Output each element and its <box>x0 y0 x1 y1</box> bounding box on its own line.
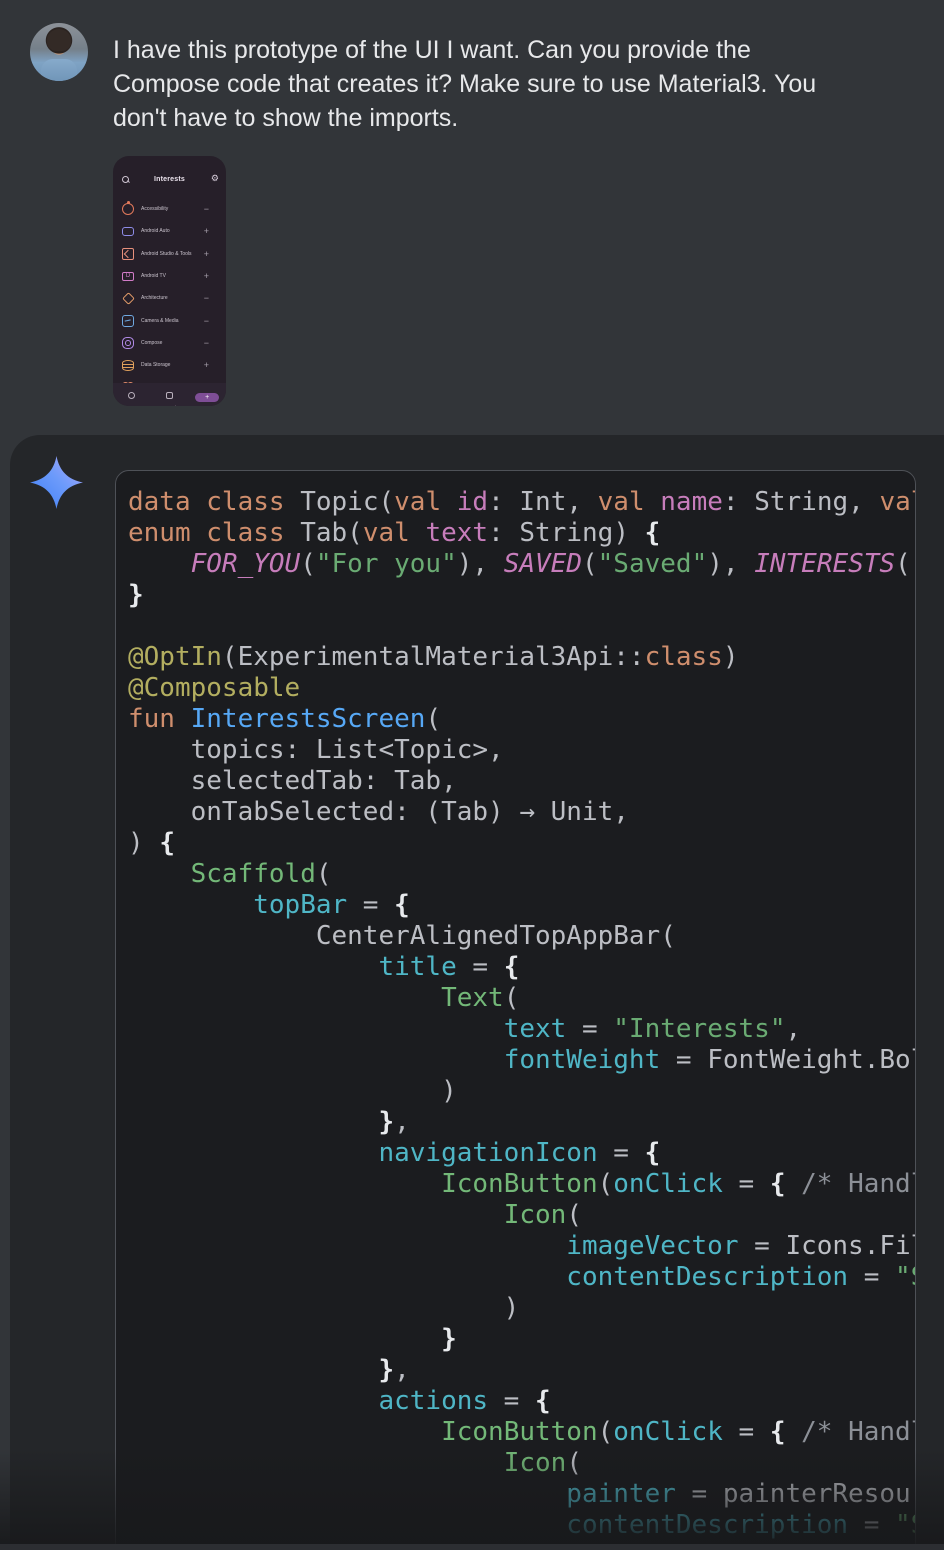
code-line: contentDescription = "S <box>128 1510 915 1541</box>
code-line: Text( <box>128 983 915 1014</box>
code-line: Icon( <box>128 1448 915 1479</box>
nav-label: For you <box>113 405 150 406</box>
user-avatar <box>30 23 88 81</box>
topic-row: Android Studio & Tools+ <box>113 243 226 265</box>
topic-row: Accessibility− <box>113 198 226 220</box>
code-line: text = "Interests", <box>128 1014 915 1045</box>
code-line: ) <box>128 1293 915 1324</box>
code-line: @Composable <box>128 673 915 704</box>
topic-toggle-sign: − <box>204 316 209 326</box>
code-line: data class Topic(val id: Int, val name: … <box>128 487 915 518</box>
topic-row: Compose− <box>113 332 226 354</box>
user-message-text: I have this prototype of the UI I want. … <box>113 33 913 135</box>
topic-label: Data Storage <box>141 362 204 368</box>
selected-nav-pill: + <box>195 393 219 402</box>
code-line: }, <box>128 1107 915 1138</box>
phone-topic-list: Accessibility−Android Auto+Android Studi… <box>113 198 226 399</box>
topic-row: Android Auto+ <box>113 220 226 242</box>
code-line: fontWeight = FontWeight.Bol <box>128 1045 915 1076</box>
code-line: topBar = { <box>128 890 915 921</box>
topic-label: Android Studio & Tools <box>141 251 204 257</box>
code-line: navigationIcon = { <box>128 1138 915 1169</box>
code-line: IconButton(onClick = { /* Handl <box>128 1169 915 1200</box>
code-line: actions = { <box>128 1386 915 1417</box>
topic-label: Architecture <box>141 295 204 301</box>
code-line: enum class Tab(val text: String) { <box>128 518 915 549</box>
topic-toggle-sign: + <box>204 271 209 281</box>
code-line: onTabSelected: (Tab) → Unit, <box>128 797 915 828</box>
code-line: }, <box>128 1355 915 1386</box>
code-line: imageVector = Icons.Fil <box>128 1231 915 1262</box>
nav-label: Saved <box>151 405 188 406</box>
accessibility-icon <box>122 203 134 215</box>
phone-bottom-nav: For youSaved + Interests <box>113 383 226 406</box>
phone-screen-title: Interests <box>113 176 226 183</box>
code-line: title = { <box>128 952 915 983</box>
topic-toggle-sign: − <box>204 338 209 348</box>
bottom-edge-strip <box>0 1544 944 1550</box>
topic-label: Accessibility <box>141 206 204 212</box>
compose-icon <box>122 337 134 349</box>
code-line: fun InterestsScreen( <box>128 704 915 735</box>
attachment-thumbnail[interactable]: Interests ⚙ Accessibility−Android Auto+A… <box>113 156 226 406</box>
camera-media-icon <box>122 315 134 327</box>
code-line: selectedTab: Tab, <box>128 766 915 797</box>
phone-nav-item-saved: Saved <box>151 386 188 406</box>
settings-gear-icon: ⚙ <box>211 173 219 184</box>
code-line: } <box>128 580 915 611</box>
android-tv-icon <box>122 272 134 281</box>
message-line: I have this prototype of the UI I want. … <box>113 33 913 67</box>
code-block-pre: data class Topic(val id: Int, val name: … <box>116 471 915 1541</box>
code-line: contentDescription = "S <box>128 1262 915 1293</box>
message-line: Compose code that creates it? Make sure … <box>113 67 913 101</box>
topic-toggle-sign: + <box>204 360 209 370</box>
code-block: data class Topic(val id: Int, val name: … <box>115 470 916 1550</box>
topic-row: Architecture− <box>113 287 226 309</box>
message-line: don't have to show the imports. <box>113 101 913 135</box>
code-line: @OptIn(ExperimentalMaterial3Api::class) <box>128 642 915 673</box>
topic-toggle-sign: + <box>204 249 209 259</box>
code-line: } <box>128 1324 915 1355</box>
phone-nav-item-interests: + Interests <box>189 386 226 406</box>
gemini-sparkle-icon <box>30 456 83 509</box>
code-line: ) { <box>128 828 915 859</box>
topic-row: Data Storage+ <box>113 354 226 376</box>
phone-top-bar: Interests ⚙ <box>113 174 226 190</box>
for-you-icon <box>128 392 135 399</box>
code-line: Scaffold( <box>128 859 915 890</box>
code-line <box>128 611 915 642</box>
saved-bookmark-icon <box>166 392 173 399</box>
topic-toggle-sign: − <box>204 293 209 303</box>
code-line: topics: List<Topic>, <box>128 735 915 766</box>
android-studio-icon <box>122 248 134 260</box>
topic-row: Camera & Media− <box>113 309 226 331</box>
topic-label: Android TV <box>141 273 204 279</box>
code-line: FOR_YOU("For you"), SAVED("Saved"), INTE… <box>128 549 915 580</box>
topic-label: Camera & Media <box>141 318 204 324</box>
topic-label: Compose <box>141 340 204 346</box>
architecture-icon <box>122 292 135 305</box>
code-line: CenterAlignedTopAppBar( <box>128 921 915 952</box>
nav-label: Interests <box>189 405 226 406</box>
topic-toggle-sign: − <box>204 204 209 214</box>
android-auto-icon <box>122 227 134 236</box>
topic-toggle-sign: + <box>204 226 209 236</box>
code-line: painter = painterResour <box>128 1479 915 1510</box>
code-line: Icon( <box>128 1200 915 1231</box>
topic-row: Android TV+ <box>113 265 226 287</box>
phone-nav-item-for-you: For you <box>113 386 150 406</box>
code-line: IconButton(onClick = { /* Handl <box>128 1417 915 1448</box>
data-storage-icon <box>122 360 134 371</box>
code-line: ) <box>128 1076 915 1107</box>
topic-label: Android Auto <box>141 228 204 234</box>
